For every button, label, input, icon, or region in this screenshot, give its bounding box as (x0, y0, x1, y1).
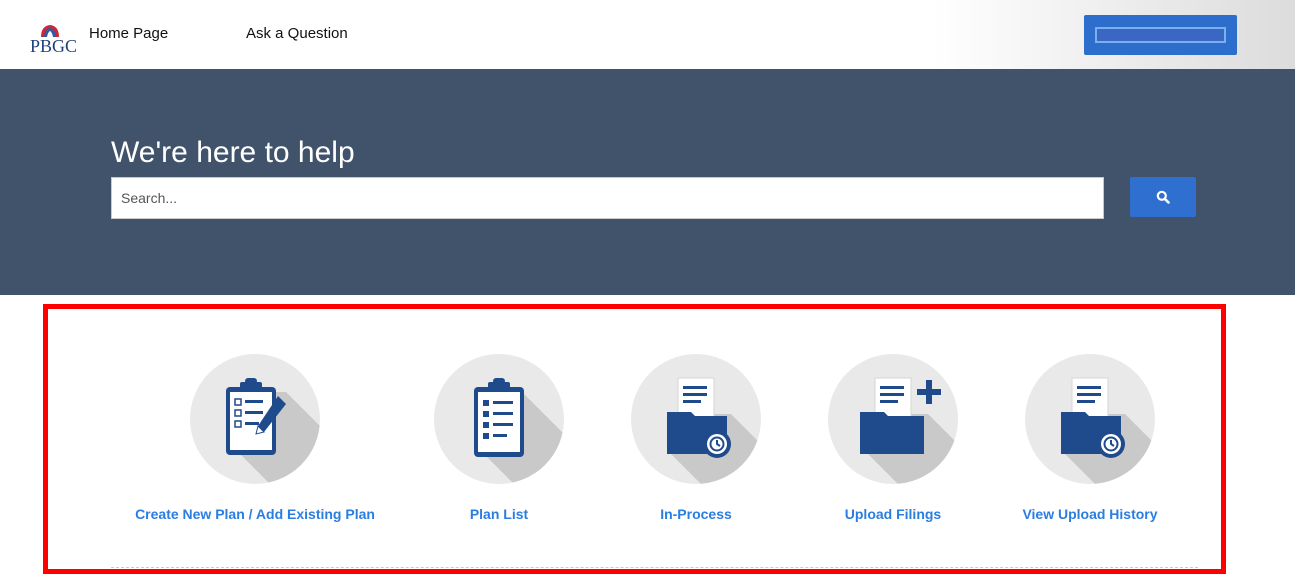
tile-icon-circle (434, 354, 564, 484)
folder-history-icon (667, 377, 761, 484)
folder-add-icon (860, 377, 958, 484)
tile-icon-circle (631, 354, 761, 484)
tile-label-create-new-plan[interactable]: Create New Plan / Add Existing Plan (125, 506, 385, 522)
tile-label-view-upload-history[interactable]: View Upload History (960, 506, 1220, 522)
search-icon (1156, 190, 1170, 204)
hero-banner: We're here to help (0, 69, 1295, 295)
tile-icon-circle (190, 354, 320, 484)
logo-text: PBGC (30, 36, 78, 56)
tile-view-upload-history[interactable]: View Upload History (960, 354, 1220, 534)
user-account-redacted (1095, 27, 1226, 43)
tile-icon-circle (828, 354, 958, 484)
top-nav-bar: PBGC Home Page Ask a Question (0, 0, 1295, 69)
clipboard-checklist-pencil-icon (226, 378, 320, 484)
search-button[interactable] (1130, 177, 1196, 217)
pbgc-logo[interactable]: PBGC (30, 22, 80, 56)
nav-home-page-link[interactable]: Home Page (89, 25, 168, 42)
section-divider (111, 567, 1198, 568)
folder-history-icon (1061, 377, 1155, 484)
user-account-button[interactable] (1084, 15, 1237, 55)
tile-create-new-plan[interactable]: Create New Plan / Add Existing Plan (125, 354, 385, 534)
clipboard-checklist-icon (474, 378, 564, 484)
search-input[interactable] (111, 177, 1104, 219)
hero-title: We're here to help (111, 136, 355, 169)
nav-ask-question-link[interactable]: Ask a Question (246, 25, 348, 42)
tile-icon-circle (1025, 354, 1155, 484)
